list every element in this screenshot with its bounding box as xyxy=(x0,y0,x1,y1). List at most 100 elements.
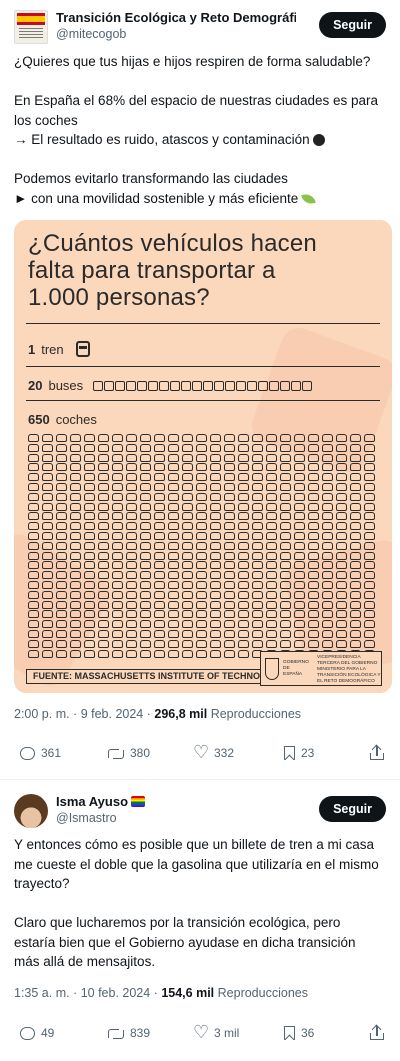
car-icon xyxy=(126,571,137,580)
car-icon xyxy=(42,561,53,570)
car-icon xyxy=(210,531,221,540)
car-icon xyxy=(182,531,193,540)
car-icon xyxy=(350,639,361,648)
car-icon xyxy=(336,600,347,609)
avatar[interactable] xyxy=(14,794,48,828)
retweet-button[interactable]: 380 xyxy=(108,746,150,760)
car-icon xyxy=(350,629,361,638)
follow-button[interactable]: Seguir xyxy=(319,796,386,822)
display-name[interactable]: Isma Ayuso xyxy=(56,794,296,809)
reply-icon xyxy=(20,1026,35,1040)
car-icon xyxy=(336,551,347,560)
like-button[interactable]: 332 xyxy=(193,742,234,763)
retweet-button[interactable]: 839 xyxy=(108,1026,150,1040)
timestamp[interactable]: 1:35 a. m. · 10 feb. 2024 · xyxy=(14,986,158,1000)
car-icon xyxy=(364,531,375,540)
car-icon xyxy=(98,482,109,491)
car-icon xyxy=(210,443,221,452)
car-icon xyxy=(196,453,207,462)
car-icon xyxy=(336,580,347,589)
car-icon xyxy=(210,502,221,511)
car-icon xyxy=(196,629,207,638)
car-icon xyxy=(126,541,137,550)
car-icon xyxy=(168,639,179,648)
handle[interactable]: @mitecogob xyxy=(56,27,296,41)
display-name-text[interactable]: Isma Ayuso xyxy=(56,794,128,809)
car-icon xyxy=(84,463,95,472)
car-icon xyxy=(154,522,165,531)
bookmark-button[interactable]: 23 xyxy=(284,746,314,760)
car-icon xyxy=(322,453,333,462)
car-icon xyxy=(364,443,375,452)
car-icon xyxy=(322,522,333,531)
car-icon xyxy=(210,561,221,570)
car-icon xyxy=(140,482,151,491)
car-icon xyxy=(28,531,39,540)
car-icon xyxy=(42,473,53,482)
car-icon xyxy=(168,620,179,629)
car-icon xyxy=(224,600,235,609)
car-icon xyxy=(238,512,249,521)
car-icon xyxy=(42,522,53,531)
car-icon xyxy=(140,463,151,472)
car-icon xyxy=(28,620,39,629)
car-icon xyxy=(28,502,39,511)
bus-icon xyxy=(126,380,137,391)
car-icon xyxy=(140,639,151,648)
reply-button[interactable]: 361 xyxy=(20,746,61,760)
car-icon xyxy=(28,541,39,550)
car-icon xyxy=(224,610,235,619)
car-icon xyxy=(112,482,123,491)
share-button[interactable] xyxy=(370,1024,384,1040)
car-icon xyxy=(84,453,95,462)
car-icon xyxy=(280,473,291,482)
car-icon xyxy=(112,492,123,501)
car-icon xyxy=(84,649,95,658)
car-icon xyxy=(56,639,67,648)
car-icon xyxy=(98,639,109,648)
bookmark-button[interactable]: 36 xyxy=(284,1026,314,1040)
car-icon xyxy=(140,512,151,521)
like-button[interactable]: 3 mil xyxy=(193,1022,239,1043)
infographic-image[interactable]: ¿Cuántos vehículos hacen falta para tran… xyxy=(14,220,392,693)
car-icon xyxy=(238,522,249,531)
display-name-text[interactable]: Transición Ecológica y Reto Demográfic xyxy=(56,10,296,25)
train-row: 1 tren xyxy=(28,341,90,357)
car-icon xyxy=(308,512,319,521)
car-icon xyxy=(224,561,235,570)
car-icon xyxy=(210,482,221,491)
car-icon xyxy=(364,600,375,609)
car-icon xyxy=(308,473,319,482)
car-icon xyxy=(112,610,123,619)
car-icon xyxy=(140,453,151,462)
handle[interactable]: @Ismastro xyxy=(56,811,296,825)
car-icon xyxy=(182,551,193,560)
car-icon xyxy=(154,541,165,550)
car-icon xyxy=(210,551,221,560)
car-icon xyxy=(350,512,361,521)
car-icon xyxy=(56,473,67,482)
reply-button[interactable]: 49 xyxy=(20,1026,54,1040)
car-icon xyxy=(350,522,361,531)
retweet-icon xyxy=(108,747,124,760)
car-icon xyxy=(126,463,137,472)
timestamp[interactable]: 2:00 p. m. · 9 feb. 2024 · xyxy=(14,707,151,721)
car-icon xyxy=(350,551,361,560)
bus-icon xyxy=(159,380,170,391)
avatar[interactable] xyxy=(14,10,48,44)
car-icon xyxy=(182,649,193,658)
display-name[interactable]: Transición Ecológica y Reto Demográfic xyxy=(56,10,296,25)
share-icon xyxy=(370,744,384,760)
car-icon xyxy=(266,482,277,491)
car-icon xyxy=(154,639,165,648)
car-icon xyxy=(112,571,123,580)
follow-button[interactable]: Seguir xyxy=(319,12,386,38)
car-icon xyxy=(168,649,179,658)
share-button[interactable] xyxy=(370,744,384,760)
car-icon xyxy=(56,580,67,589)
car-icon xyxy=(98,512,109,521)
car-icon xyxy=(294,492,305,501)
car-icon xyxy=(56,463,67,472)
car-icon xyxy=(70,541,81,550)
car-icon xyxy=(70,620,81,629)
